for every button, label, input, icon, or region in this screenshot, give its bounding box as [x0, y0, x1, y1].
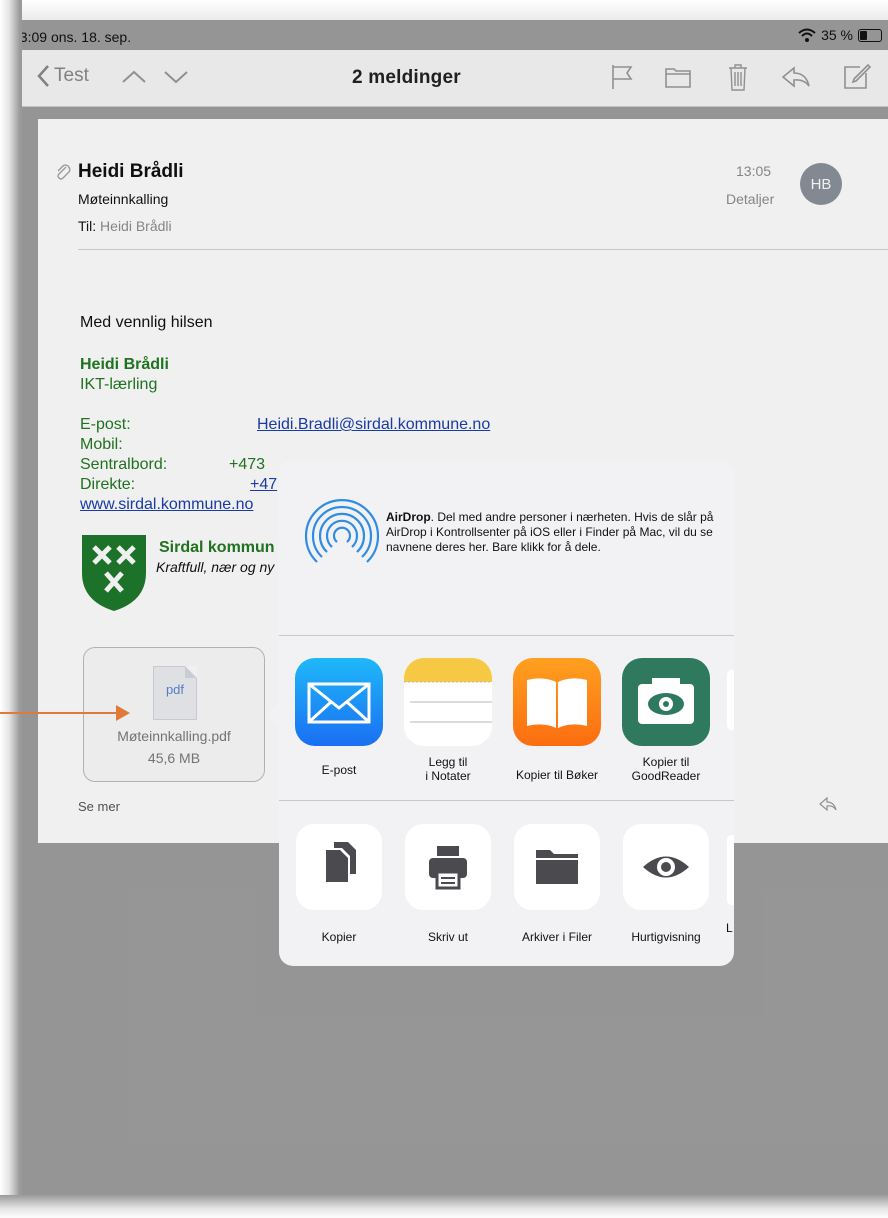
- share-app-books[interactable]: [513, 658, 601, 746]
- device-frame-bottom: [0, 1195, 888, 1218]
- share-separator-1: [279, 635, 734, 636]
- share-app-mail-label: E-post: [321, 763, 357, 777]
- share-sheet: AirDrop. Del med andre personer i nærhet…: [279, 460, 734, 966]
- action-quicklook[interactable]: [623, 824, 709, 910]
- share-app-books-label: Kopier til Bøker: [515, 768, 599, 782]
- screen: 13:09 ons. 18. sep. 35 % Test 2 meld: [22, 20, 888, 1195]
- action-copy-label: Kopier: [321, 930, 357, 944]
- airdrop-body: . Del med andre personer i nærheten. Hvi…: [386, 510, 714, 554]
- notes-icon: [404, 658, 492, 723]
- share-app-goodreader[interactable]: [622, 658, 710, 746]
- action-save-files-label: Arkiver i Filer: [521, 930, 592, 944]
- action-save-files[interactable]: [514, 824, 600, 910]
- share-app-goodreader-label: Kopier til GoodReader: [631, 755, 701, 784]
- action-partial[interactable]: [727, 835, 734, 905]
- books-icon: [527, 678, 587, 728]
- annotation-arrow-line: [0, 712, 116, 714]
- goodreader-icon: [638, 678, 694, 724]
- airdrop-title: AirDrop: [386, 510, 431, 524]
- action-copy[interactable]: [296, 824, 382, 910]
- action-quicklook-label: Hurtigvisning: [631, 930, 701, 944]
- action-print[interactable]: [405, 824, 491, 910]
- annotation-arrow-head: [116, 705, 130, 721]
- action-partial-label: L: [726, 921, 733, 935]
- mail-icon: [307, 682, 371, 724]
- print-icon: [429, 846, 467, 890]
- folder-icon: [536, 850, 578, 884]
- share-app-notes-label: Legg til i Notater: [425, 755, 471, 784]
- copy-icon: [326, 842, 356, 882]
- airdrop-icon: [304, 499, 380, 568]
- action-print-label: Skriv ut: [427, 930, 468, 944]
- share-app-mail[interactable]: [295, 658, 383, 746]
- share-separator-2: [279, 800, 734, 801]
- device-frame-top: [0, 0, 888, 20]
- share-app-partial[interactable]: [727, 670, 734, 730]
- eye-icon: [643, 856, 689, 878]
- airdrop-description: AirDrop. Del med andre personer i nærhet…: [386, 510, 726, 555]
- share-app-notes[interactable]: [404, 658, 492, 746]
- device-frame-left: [0, 0, 22, 1218]
- ipad-device: 13:09 ons. 18. sep. 35 % Test 2 meld: [0, 0, 888, 1218]
